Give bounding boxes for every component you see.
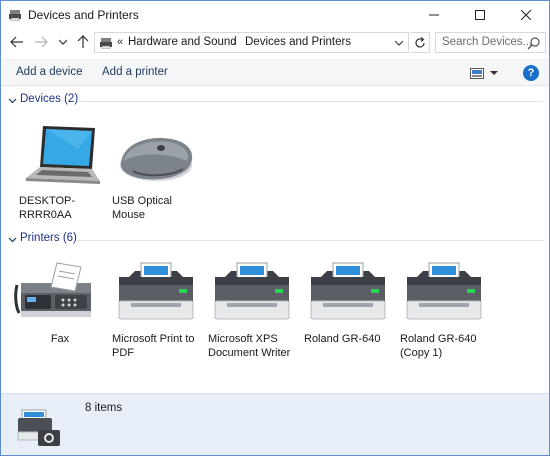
add-device-button[interactable]: Add a device — [16, 66, 83, 78]
chevron-down-icon — [8, 98, 17, 104]
item-count: 8 items — [85, 402, 123, 414]
arrow-up-icon — [77, 35, 89, 48]
printer-icon — [406, 262, 482, 320]
arrow-right-icon — [35, 36, 48, 48]
devices-and-printers-window: Devices and Printers « Hardware and Soun… — [0, 0, 550, 456]
printer-name: Roland GR-640 (Copy 1) — [400, 333, 477, 359]
printer-item[interactable]: Microsoft Print to PDF — [109, 257, 203, 377]
printer-item[interactable]: Roland GR-640 (Copy 1) — [397, 257, 491, 377]
printer-item[interactable]: Microsoft XPS Document Writer — [205, 257, 299, 377]
group-header-devices[interactable]: Devices (2) — [1, 93, 549, 109]
mouse-icon — [120, 138, 193, 181]
minimize-icon — [429, 14, 439, 16]
address-bar[interactable]: « Hardware and Sound › Devices and Print… — [94, 32, 409, 53]
command-bar: Add a device Add a printer ? — [1, 59, 549, 86]
chevron-down-icon — [8, 237, 17, 243]
refresh-icon — [414, 36, 425, 48]
group-divider — [77, 240, 543, 241]
chevron-down-icon[interactable] — [395, 36, 403, 50]
laptop-icon — [26, 126, 100, 184]
search-icon — [527, 37, 540, 50]
minimize-button[interactable] — [411, 1, 457, 29]
address-row: « Hardware and Sound › Devices and Print… — [1, 29, 549, 57]
devices-printers-icon — [17, 409, 60, 446]
group-label-printers: Printers (6) — [20, 232, 77, 244]
group-header-printers[interactable]: Printers (6) — [1, 232, 549, 248]
printer-name: Fax — [50, 333, 70, 345]
device-item[interactable]: DESKTOP-RRRR0AA — [16, 119, 110, 229]
back-button[interactable] — [8, 33, 26, 51]
printer-item[interactable]: Fax — [13, 257, 107, 377]
maximize-icon — [475, 10, 485, 20]
maximize-button[interactable] — [457, 1, 503, 29]
printer-icon — [118, 262, 194, 320]
printer-icon — [310, 262, 386, 320]
printer-name: Roland GR-640 — [304, 333, 381, 345]
up-button[interactable] — [74, 33, 92, 51]
window-title: Devices and Printers — [28, 8, 139, 22]
devices-printers-icon — [9, 10, 21, 21]
printer-name: Microsoft Print to PDF — [112, 333, 195, 359]
refresh-button[interactable] — [410, 32, 430, 53]
title-bar[interactable]: Devices and Printers — [1, 1, 549, 29]
group-divider — [79, 101, 543, 102]
change-view-icon[interactable] — [470, 68, 484, 79]
group-label-devices: Devices (2) — [20, 93, 79, 105]
breadcrumb-hardware-and-sound[interactable]: Hardware and Sound — [128, 36, 237, 48]
details-pane: 8 items — [1, 393, 549, 455]
devices-printers-icon — [100, 38, 112, 49]
search-input[interactable]: Search Devices... — [435, 32, 546, 53]
device-name: USB Optical Mouse — [112, 195, 172, 221]
close-icon — [521, 10, 531, 20]
printer-item[interactable]: Roland GR-640 — [301, 257, 395, 377]
breadcrumb-overflow[interactable]: « — [117, 36, 123, 48]
fax-icon — [14, 262, 91, 317]
help-icon[interactable]: ? — [523, 65, 539, 81]
breadcrumb-separator[interactable]: › — [233, 36, 237, 48]
printer-icon — [214, 262, 290, 320]
printer-name: Microsoft XPS Document Writer — [208, 333, 291, 359]
view-options-chevron-icon[interactable] — [490, 66, 498, 80]
device-item[interactable]: USB Optical Mouse — [109, 119, 203, 229]
breadcrumb-devices-and-printers[interactable]: Devices and Printers — [245, 36, 351, 48]
recent-locations-button[interactable] — [54, 33, 72, 51]
add-printer-button[interactable]: Add a printer — [102, 66, 168, 78]
search-placeholder: Search Devices... — [442, 36, 533, 48]
arrow-left-icon — [10, 36, 23, 48]
forward-button[interactable] — [32, 33, 50, 51]
device-name: DESKTOP-RRRR0AA — [19, 195, 76, 221]
close-button[interactable] — [503, 1, 549, 29]
chevron-down-icon — [59, 39, 67, 45]
